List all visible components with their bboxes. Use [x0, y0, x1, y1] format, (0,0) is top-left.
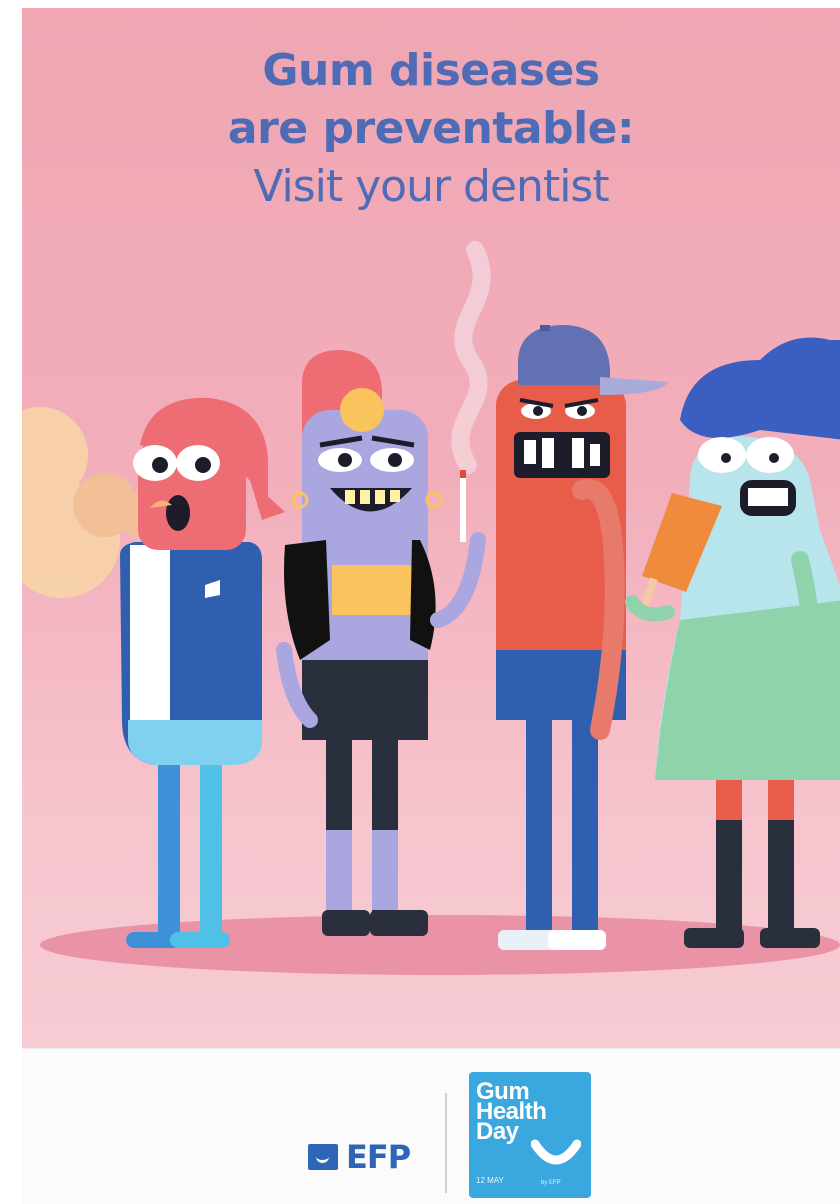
- gum-health-day-smile-icon: [531, 1139, 581, 1165]
- character-blue-suit: [120, 397, 285, 948]
- footer: EFP Gum Health Day 12 MAY by EFP: [22, 1048, 840, 1204]
- efp-smile-icon: [308, 1144, 338, 1170]
- logo-divider: [445, 1093, 447, 1193]
- gum-health-day-logo: Gum Health Day 12 MAY by EFP: [469, 1072, 591, 1198]
- poster: Gum diseases are preventable: Visit your…: [22, 8, 840, 1048]
- smoke-curl: [451, 241, 491, 474]
- character-purple-vest: [276, 350, 486, 936]
- ghd-byline: by EFP: [541, 1180, 561, 1186]
- character-popsicle: [625, 337, 840, 948]
- headline-line-3: Visit your dentist: [253, 161, 609, 212]
- ghd-date: 12 MAY: [476, 1176, 504, 1185]
- efp-logo: EFP: [308, 1138, 411, 1176]
- headline-line-1: Gum diseases: [262, 45, 600, 96]
- efp-logo-text: EFP: [346, 1138, 411, 1176]
- headline-line-2: are preventable:: [227, 103, 635, 154]
- headline: Gum diseases are preventable: Visit your…: [22, 42, 840, 216]
- page: Gum diseases are preventable: Visit your…: [0, 0, 840, 1204]
- character-red-cap: [496, 325, 668, 950]
